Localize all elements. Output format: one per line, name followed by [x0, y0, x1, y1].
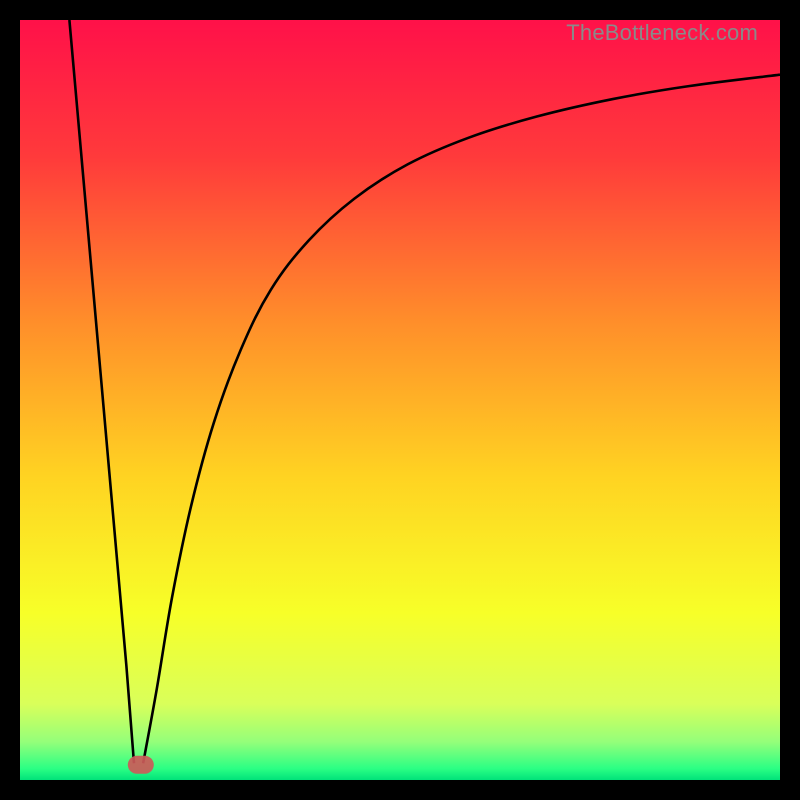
minimum-marker [128, 756, 154, 774]
gradient-background [20, 20, 780, 780]
chart-frame: TheBottleneck.com [20, 20, 780, 780]
watermark-text: TheBottleneck.com [566, 20, 758, 46]
bottleneck-chart [20, 20, 780, 780]
